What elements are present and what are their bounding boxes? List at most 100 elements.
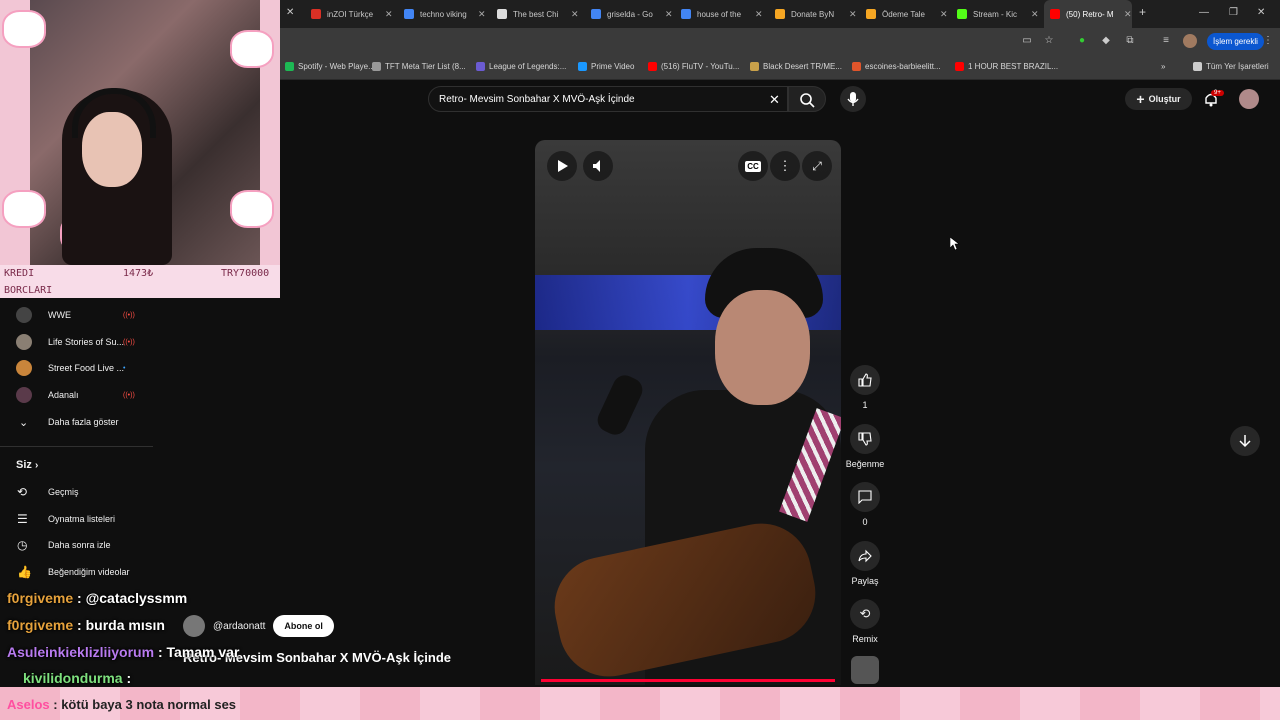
bookmark-label: escoines-barbieelitt... — [865, 62, 941, 71]
tab-favicon-icon — [866, 9, 876, 19]
bookmark-item[interactable]: League of Legends:... — [476, 62, 566, 71]
audio-source-thumbnail[interactable] — [851, 656, 879, 684]
extensions-puzzle-icon[interactable]: ⧉ — [1124, 35, 1136, 47]
chat-username: f0rgiveme — [7, 590, 74, 606]
search-query-text: Retro- Mevsim Sonbahar X MVÖ-Aşk İçinde — [439, 94, 635, 105]
tab-close-icon[interactable]: ✕ — [755, 9, 763, 20]
tab-close-icon[interactable]: ✕ — [478, 9, 486, 20]
search-button[interactable] — [788, 86, 826, 112]
browser-menu-icon[interactable]: ⋮ — [1262, 35, 1274, 47]
search-input[interactable]: Retro- Mevsim Sonbahar X MVÖ-Aşk İçinde … — [428, 86, 788, 112]
browser-tab[interactable]: The best Chi ✕ — [491, 0, 581, 28]
browser-tab[interactable]: inZOI Türkçe ✕ — [305, 0, 395, 28]
subscription-item[interactable]: WWE ((•)) — [0, 302, 153, 328]
bookmark-item[interactable]: TFT Meta Tier List (8... — [372, 62, 466, 71]
bookmark-star-icon[interactable]: ☆ — [1043, 35, 1055, 47]
chat-separator: : — [154, 644, 167, 660]
media-control-icon[interactable]: ≡ — [1160, 35, 1172, 47]
chat-message: kivilidondurma : — [23, 670, 131, 686]
browser-tab[interactable]: griselda - Go ✕ — [585, 0, 675, 28]
bookmark-item[interactable]: Black Desert TR/ME... — [750, 62, 842, 71]
shorts-video-player[interactable]: CC ⋮ ⤢ — [535, 140, 841, 685]
video-progress-bar[interactable] — [541, 679, 835, 682]
subscribe-button[interactable]: Abone ol — [273, 615, 334, 637]
close-icon[interactable]: ✕ — [286, 7, 294, 18]
show-more-label: Daha fazla göster — [48, 417, 119, 427]
tab-close-icon[interactable]: ✕ — [665, 9, 673, 20]
install-app-icon[interactable]: ▭ — [1021, 35, 1033, 47]
bookmark-item[interactable]: Prime Video — [578, 62, 634, 71]
comment-count: 0 — [862, 517, 868, 527]
extension-icon[interactable]: ● — [1076, 35, 1088, 47]
library-item[interactable]: ☰ Oynatma listeleri — [0, 506, 153, 532]
dislike-button[interactable]: Beğenme — [846, 424, 884, 469]
comments-button[interactable]: 0 — [849, 482, 881, 527]
subscription-item[interactable]: Life Stories of Su... ((•)) — [0, 329, 153, 355]
create-button[interactable]: + Oluştur — [1125, 88, 1192, 110]
bookmark-item[interactable]: Tüm Yer İşaretleri — [1193, 62, 1269, 71]
browser-profile-avatar[interactable] — [1183, 34, 1197, 48]
minimize-icon[interactable]: — — [1199, 7, 1209, 18]
new-tab-icon[interactable]: + — [1139, 5, 1146, 19]
browser-tab[interactable]: house of the ✕ — [675, 0, 765, 28]
close-window-icon[interactable]: ✕ — [1257, 7, 1265, 18]
browser-tab[interactable]: techno viking ✕ — [398, 0, 488, 28]
channel-avatar[interactable] — [183, 615, 205, 637]
chat-username: kivilidondurma — [23, 670, 123, 686]
channel-name[interactable]: @ardaonatt — [213, 621, 265, 632]
fullscreen-button[interactable]: ⤢ — [802, 151, 832, 181]
play-button[interactable] — [547, 151, 577, 181]
tab-favicon-icon — [681, 9, 691, 19]
more-options-button[interactable]: ⋮ — [770, 151, 800, 181]
tab-close-icon[interactable]: ✕ — [385, 9, 393, 20]
like-button[interactable]: 1 — [849, 365, 881, 410]
chat-separator: : — [73, 590, 86, 606]
bookmark-label: Prime Video — [591, 62, 635, 71]
chat-username: Aselos — [7, 697, 50, 712]
volume-button[interactable] — [583, 151, 613, 181]
browser-tab[interactable]: Stream - Kic ✕ — [951, 0, 1041, 28]
next-video-button[interactable] — [1230, 426, 1260, 456]
share-icon — [858, 549, 872, 563]
tab-title: techno viking — [420, 9, 467, 19]
live-indicator-icon: ((•)) — [123, 311, 135, 319]
bookmark-label: TFT Meta Tier List (8... — [385, 62, 466, 71]
browser-tab[interactable]: Ödeme Tale ✕ — [860, 0, 950, 28]
subscription-item[interactable]: Street Food Live ... • — [0, 355, 153, 381]
chat-text: @cataclyssmm — [85, 590, 188, 606]
webcam-overlay: KREDI BORCLARI 1473₺ TRY70000 — [0, 0, 280, 298]
tab-close-icon[interactable]: ✕ — [571, 9, 579, 20]
captions-button[interactable]: CC — [738, 151, 768, 181]
tab-close-icon[interactable]: ✕ — [849, 9, 857, 20]
library-item[interactable]: 👍 Beğendiğim videolar — [0, 559, 153, 585]
tab-close-icon[interactable]: ✕ — [1124, 9, 1132, 20]
bookmark-item[interactable]: 1 HOUR BEST BRAZIL... — [955, 62, 1058, 71]
siz-section-header[interactable]: Siz › — [16, 459, 38, 471]
library-item[interactable]: ⟲ Geçmiş — [0, 479, 153, 505]
remix-button[interactable]: ⟲ Remix — [849, 599, 881, 644]
clear-search-icon[interactable]: ✕ — [769, 92, 780, 108]
bookmark-label: Black Desert TR/ME... — [763, 62, 842, 71]
kredi-label: KREDI — [4, 268, 35, 279]
channel-avatar-icon — [16, 360, 32, 376]
voice-search-button[interactable] — [840, 86, 866, 112]
library-item[interactable]: ◷ Daha sonra izle — [0, 532, 153, 558]
action-required-button[interactable]: İşlem gerekli — [1207, 33, 1264, 50]
user-avatar[interactable] — [1239, 89, 1259, 109]
restore-icon[interactable]: ❐ — [1229, 7, 1238, 18]
browser-tab[interactable]: Donate ByN ✕ — [769, 0, 859, 28]
bookmark-item[interactable]: (516) FluTV - YouTu... — [648, 62, 739, 71]
bookmark-item[interactable]: escoines-barbieelitt... — [852, 62, 941, 71]
subscription-item[interactable]: Adanalı ((•)) — [0, 382, 153, 408]
tab-close-icon[interactable]: ✕ — [1031, 9, 1039, 20]
credit-target: TRY70000 — [221, 268, 270, 279]
extension-diamond-icon[interactable]: ◆ — [1100, 35, 1112, 47]
more-bookmarks-icon[interactable]: » — [1161, 62, 1165, 71]
share-button[interactable]: Paylaş — [849, 541, 881, 586]
bookmark-favicon-icon — [1193, 62, 1202, 71]
microphone-stand — [593, 371, 647, 439]
browser-tab[interactable]: (50) Retro- M ✕ — [1044, 0, 1132, 28]
thumbs-up-icon — [858, 373, 872, 387]
tab-close-icon[interactable]: ✕ — [940, 9, 948, 20]
bookmark-item[interactable]: Spotify - Web Playe... — [285, 62, 375, 71]
